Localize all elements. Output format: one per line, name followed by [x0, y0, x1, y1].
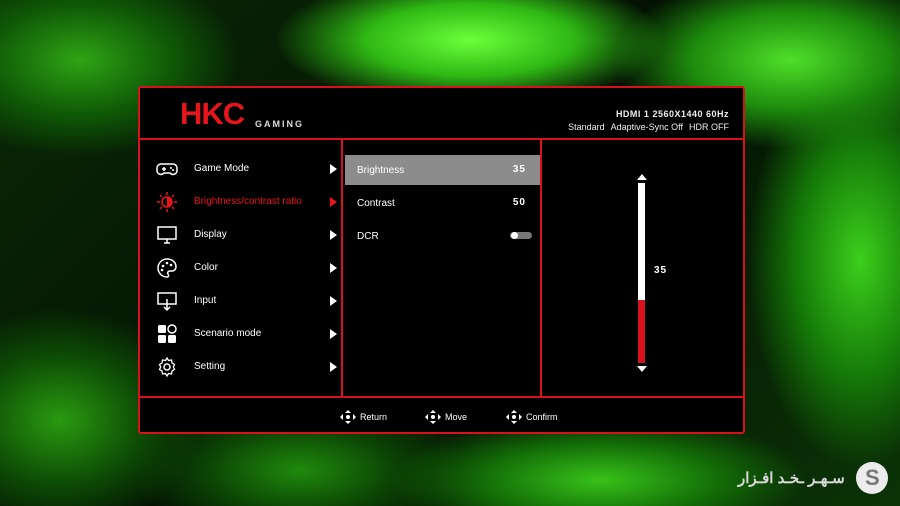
hint-label: Return	[360, 412, 388, 422]
watermark: سـهـر ـخـد افـزار S	[738, 462, 888, 496]
mode-status: Standard	[568, 122, 605, 132]
hint-label: Move	[445, 412, 468, 422]
signal-info: HDMI 1 2560X1440 60Hz Standard Adaptive-S…	[568, 108, 729, 134]
chevron-right-icon	[330, 296, 337, 306]
menu-item-label: Scenario mode	[194, 328, 262, 339]
main-menu: Game Mode Brightness/contrast ratio Disp…	[140, 140, 343, 396]
contrast-value: 50	[512, 197, 526, 208]
value-panel: 35	[542, 140, 743, 396]
submenu-item-label: Brightness	[357, 165, 405, 176]
chevron-right-icon	[330, 197, 337, 207]
hdr-status: HDR OFF	[689, 122, 729, 132]
menu-item-scenario-mode[interactable]: Scenario mode	[140, 319, 341, 349]
input-icon	[157, 292, 177, 312]
menu-item-brightness-contrast[interactable]: Brightness/contrast ratio	[140, 187, 341, 217]
submenu-item-label: DCR	[357, 231, 379, 242]
dcr-toggle[interactable]	[510, 232, 532, 239]
toggle-knob	[511, 232, 518, 239]
brightness-icon	[157, 192, 177, 212]
menu-item-color[interactable]: Color	[140, 253, 341, 283]
menu-item-label: Display	[194, 229, 227, 240]
menu-item-label: Input	[194, 295, 217, 306]
hkc-logo: HKC	[180, 96, 245, 131]
arrow-down-icon	[637, 366, 647, 372]
menu-item-setting[interactable]: Setting	[140, 352, 341, 382]
watermark-text: سـهـر ـخـد افـزار	[738, 470, 845, 487]
menu-item-game-mode[interactable]: Game Mode	[140, 154, 341, 184]
slider-fill	[638, 300, 645, 363]
status-line: Standard Adaptive-Sync Off HDR OFF	[568, 121, 729, 134]
osd-header: HKC GAMING HDMI 1 2560X1440 60Hz Standar…	[140, 88, 743, 140]
chevron-right-icon	[330, 362, 337, 372]
joystick-return-icon	[340, 410, 356, 424]
submenu-item-dcr[interactable]: DCR	[345, 221, 540, 251]
menu-item-label: Game Mode	[194, 163, 250, 174]
palette-icon	[157, 258, 177, 278]
brightness-slider[interactable]	[636, 174, 648, 372]
watermark-logo: S	[856, 462, 888, 494]
joystick-move-icon	[425, 410, 441, 424]
menu-item-input[interactable]: Input	[140, 286, 341, 316]
gear-icon	[158, 356, 176, 378]
osd-footer: Return Move Confirm	[140, 396, 743, 434]
chevron-right-icon	[330, 230, 337, 240]
chevron-right-icon	[330, 164, 337, 174]
monitor-icon	[157, 226, 177, 244]
watermark-letter: S	[865, 465, 880, 490]
menu-item-label: Color	[194, 262, 218, 273]
grid-icon	[158, 324, 177, 343]
osd-menu-panel: HKC GAMING HDMI 1 2560X1440 60Hz Standar…	[138, 86, 745, 434]
hint-label: Confirm	[526, 412, 558, 422]
submenu-item-brightness[interactable]: Brightness 35	[345, 155, 540, 185]
joystick-confirm-icon	[506, 410, 522, 424]
chevron-right-icon	[330, 329, 337, 339]
submenu-item-contrast[interactable]: Contrast 50	[345, 188, 540, 218]
submenu-item-label: Contrast	[357, 198, 395, 209]
input-resolution: HDMI 1 2560X1440 60Hz	[615, 109, 729, 119]
menu-item-display[interactable]: Display	[140, 220, 341, 250]
adaptive-sync-status: Adaptive-Sync Off	[610, 122, 683, 132]
slider-track	[638, 183, 645, 363]
brightness-value: 35	[512, 164, 526, 175]
gamepad-icon	[156, 163, 178, 176]
chevron-right-icon	[330, 263, 337, 273]
logo-subtitle: GAMING	[255, 119, 304, 129]
slider-value: 35	[654, 265, 668, 276]
menu-item-label: Brightness/contrast ratio	[194, 196, 302, 207]
arrow-up-icon	[637, 174, 647, 180]
menu-item-label: Setting	[194, 361, 226, 372]
sub-menu: Brightness 35 Contrast 50 DCR	[343, 140, 542, 396]
